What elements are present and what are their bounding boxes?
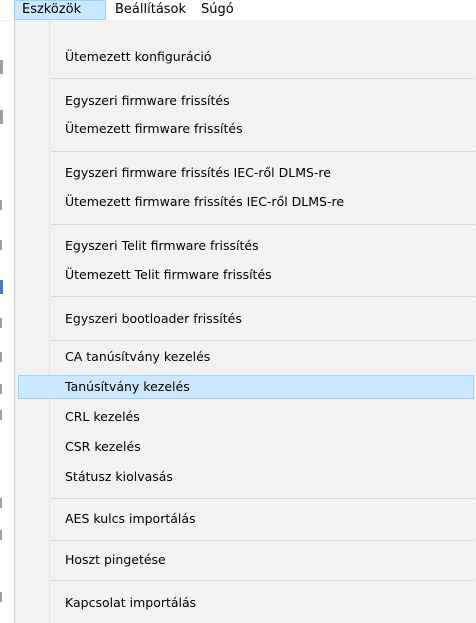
menu-item-hoszt-pingetese[interactable]: Hoszt pingetése: [18, 548, 474, 572]
menu-separator: [51, 498, 475, 499]
menu-item-label: AES kulcs importálás: [65, 511, 196, 526]
background-window-fragment: [0, 498, 2, 508]
menubar-item-sugo[interactable]: Súgó: [194, 0, 241, 20]
menu-item-utemezett-telit-firmware[interactable]: Ütemezett Telit firmware frissítés: [18, 263, 474, 287]
menu-item-ca-tanusitvany-kezeles[interactable]: CA tanúsítvány kezelés: [18, 345, 474, 369]
menu-separator: [51, 540, 475, 541]
menu-separator: [51, 340, 475, 341]
application-window: Eszközök Beállítások Súgó Ütemezett konf…: [0, 0, 476, 623]
menu-item-label: Ütemezett konfiguráció: [65, 49, 212, 64]
menu-item-egyszeri-bootloader[interactable]: Egyszeri bootloader frissítés: [18, 307, 474, 331]
background-window-fragment: [0, 530, 2, 540]
menu-item-tanusitvany-kezeles[interactable]: Tanúsítvány kezelés: [18, 375, 474, 399]
menu-item-label: Tanúsítvány kezelés: [65, 379, 190, 394]
menubar-item-label: Eszközök: [22, 2, 82, 17]
menu-item-label: Egyszeri firmware frissítés: [65, 93, 230, 108]
menu-item-label: CSR kezelés: [65, 439, 141, 454]
menu-item-label: Kapcsolat importálás: [65, 595, 197, 610]
menu-item-egyszeri-firmware-iec-dlms[interactable]: Egyszeri firmware frissítés IEC-ről DLMS…: [18, 161, 474, 185]
tools-dropdown-menu: Ütemezett konfiguráció Egyszeri firmware…: [14, 20, 476, 623]
menu-item-label: Egyszeri bootloader frissítés: [65, 311, 242, 326]
menubar-item-label: Beállítások: [115, 2, 187, 17]
menu-separator: [51, 580, 475, 581]
menu-item-label: Ütemezett Telit firmware frissítés: [65, 267, 272, 282]
menubar-item-eszkozok[interactable]: Eszközök: [14, 0, 106, 20]
menu-item-kapcsolat-importalas[interactable]: Kapcsolat importálás: [18, 591, 474, 615]
menu-bar: Eszközök Beállítások Súgó: [0, 0, 476, 21]
menubar-item-beallitasok[interactable]: Beállítások: [108, 0, 193, 20]
menu-separator: [51, 78, 475, 79]
background-window-fragment: [0, 352, 2, 362]
menu-item-utemezett-konfiguracio[interactable]: Ütemezett konfiguráció: [18, 45, 474, 69]
background-window-fragment: [0, 410, 2, 420]
menu-item-label: Ütemezett firmware frissítés IEC-ről DLM…: [65, 194, 345, 209]
background-window-fragment: [0, 110, 3, 124]
background-window-fragment: [0, 240, 2, 250]
menu-separator: [51, 224, 475, 225]
background-window-fragment: [0, 384, 2, 394]
menu-item-label: CA tanúsítvány kezelés: [65, 349, 211, 364]
background-window-fragment: [0, 60, 3, 74]
background-window-fragment: [0, 318, 2, 328]
background-window-fragment: [0, 200, 2, 210]
background-window-fragment: [0, 280, 3, 294]
menu-item-label: Hoszt pingetése: [65, 552, 166, 567]
menu-item-statusz-kiolvasas[interactable]: Státusz kiolvasás: [18, 465, 474, 489]
menu-item-csr-kezeles[interactable]: CSR kezelés: [18, 435, 474, 459]
menu-item-utemezett-firmware-iec-dlms[interactable]: Ütemezett firmware frissítés IEC-ről DLM…: [18, 190, 474, 214]
background-window-fragment: [0, 592, 2, 602]
menu-item-egyszeri-telit-firmware[interactable]: Egyszeri Telit firmware frissítés: [18, 234, 474, 258]
menu-item-crl-kezeles[interactable]: CRL kezelés: [18, 405, 474, 429]
menu-item-utemezett-firmware-frissites[interactable]: Ütemezett firmware frissítés: [18, 117, 474, 141]
menu-item-label: Egyszeri firmware frissítés IEC-ről DLMS…: [65, 165, 331, 180]
menu-separator: [51, 296, 475, 297]
menu-item-egyszeri-firmware-frissites[interactable]: Egyszeri firmware frissítés: [18, 89, 474, 113]
menu-item-label: Ütemezett firmware frissítés: [65, 121, 243, 136]
menubar-item-label: Súgó: [201, 2, 234, 17]
menu-item-aes-kulcs-importalas[interactable]: AES kulcs importálás: [18, 507, 474, 531]
menu-item-label: Egyszeri Telit firmware frissítés: [65, 238, 259, 253]
menu-separator: [51, 151, 475, 152]
menu-item-label: Státusz kiolvasás: [65, 469, 173, 484]
menu-item-label: CRL kezelés: [65, 409, 140, 424]
